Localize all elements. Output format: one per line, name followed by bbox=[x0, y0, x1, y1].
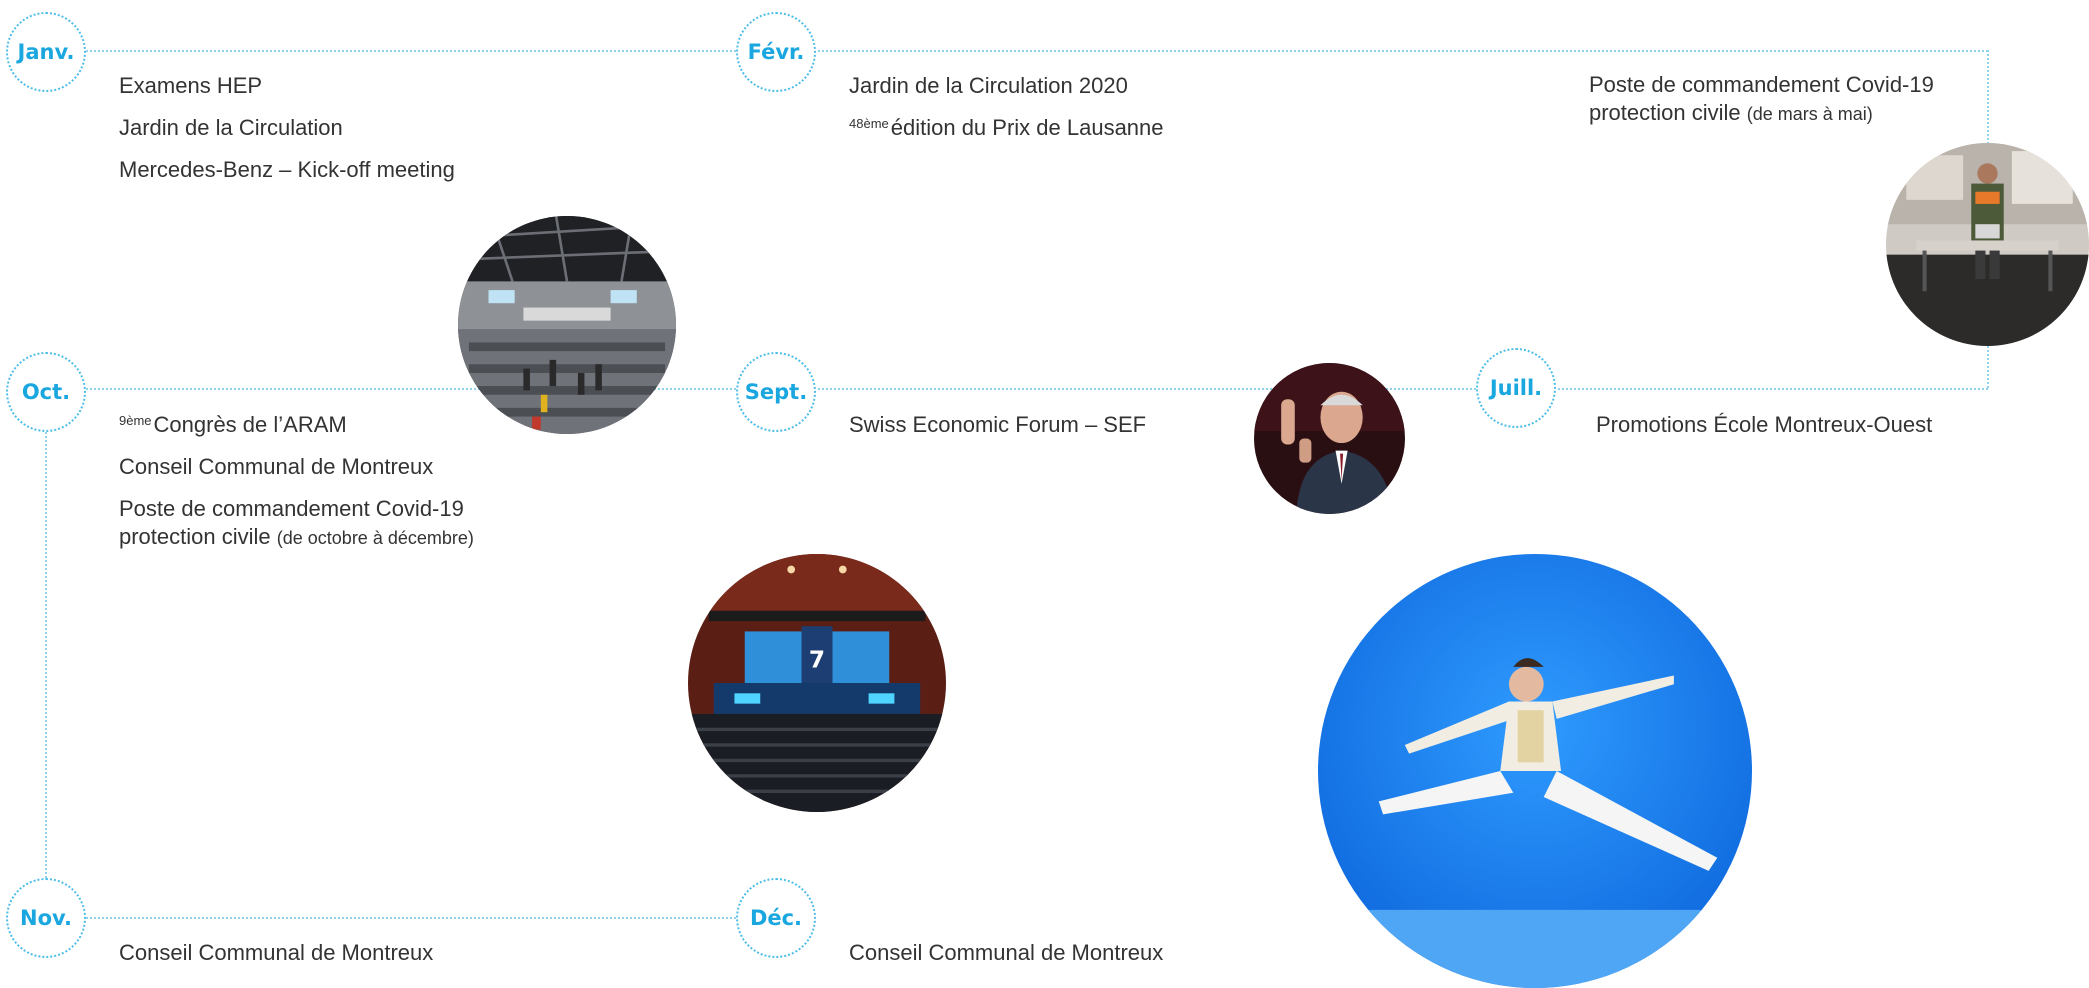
event-prix-lausanne-edition: 48ème bbox=[849, 116, 889, 131]
event-prix-lausanne: 48èmeédition du Prix de Lausanne bbox=[849, 114, 1164, 142]
event-conseil-communal-dec: Conseil Communal de Montreux bbox=[849, 940, 1164, 965]
event-covid-command-autumn-line1: Poste de commandement Covid-19 bbox=[119, 496, 464, 521]
event-covid-command-autumn: Poste de commandement Covid-19 protectio… bbox=[119, 495, 474, 552]
photo-civil-protection-desk bbox=[1886, 143, 2089, 346]
event-swiss-economic-forum: Swiss Economic Forum – SEF bbox=[849, 412, 1147, 437]
month-marker-feb: Févr. bbox=[736, 12, 816, 92]
event-covid-command-spring-line1: Poste de commandement Covid-19 bbox=[1589, 72, 1934, 97]
event-mercedes-kickoff: Mercedes-Benz – Kick-off meeting bbox=[119, 157, 455, 182]
event-covid-command-autumn-line2: protection civile (de octobre à décembre… bbox=[119, 524, 474, 549]
event-congres-aram-text: Congrès de l’ARAM bbox=[153, 412, 347, 437]
photo-forum-speaker bbox=[1254, 363, 1405, 514]
event-jardin-circulation-2020: Jardin de la Circulation 2020 bbox=[849, 73, 1128, 98]
svg-text:7: 7 bbox=[809, 647, 825, 674]
month-marker-jan: Janv. bbox=[6, 12, 86, 92]
month-marker-sep: Sept. bbox=[736, 352, 816, 432]
timeline-line-middle bbox=[45, 388, 1988, 390]
event-covid-command-spring-line2: protection civile (de mars à mai) bbox=[1589, 100, 1873, 125]
timeline-line-bottom bbox=[45, 917, 780, 919]
month-marker-oct: Oct. bbox=[6, 352, 86, 432]
event-jardin-circulation: Jardin de la Circulation bbox=[119, 115, 343, 140]
event-conseil-communal-oct: Conseil Communal de Montreux bbox=[119, 454, 434, 479]
event-examens-hep: Examens HEP bbox=[119, 73, 263, 98]
event-congres-aram-edition: 9ème bbox=[119, 413, 152, 428]
month-marker-nov: Nov. bbox=[6, 878, 86, 958]
event-congres-aram: 9èmeCongrès de l’ARAM bbox=[119, 411, 347, 439]
month-marker-dec: Déc. bbox=[736, 878, 816, 958]
month-marker-jul: Juill. bbox=[1476, 348, 1556, 428]
photo-auditorium-stage: 7 bbox=[688, 554, 946, 812]
event-promotions-ecole: Promotions École Montreux-Ouest bbox=[1596, 412, 1933, 437]
event-conseil-communal-nov: Conseil Communal de Montreux bbox=[119, 940, 434, 965]
photo-congress-hall bbox=[458, 216, 676, 434]
timeline-line-left bbox=[45, 388, 47, 918]
event-covid-command-spring: Poste de commandement Covid-19 protectio… bbox=[1589, 71, 1934, 128]
timeline-line-top bbox=[45, 50, 1988, 52]
event-prix-lausanne-text: édition du Prix de Lausanne bbox=[890, 115, 1164, 140]
photo-ballet-dancer bbox=[1318, 554, 1752, 988]
